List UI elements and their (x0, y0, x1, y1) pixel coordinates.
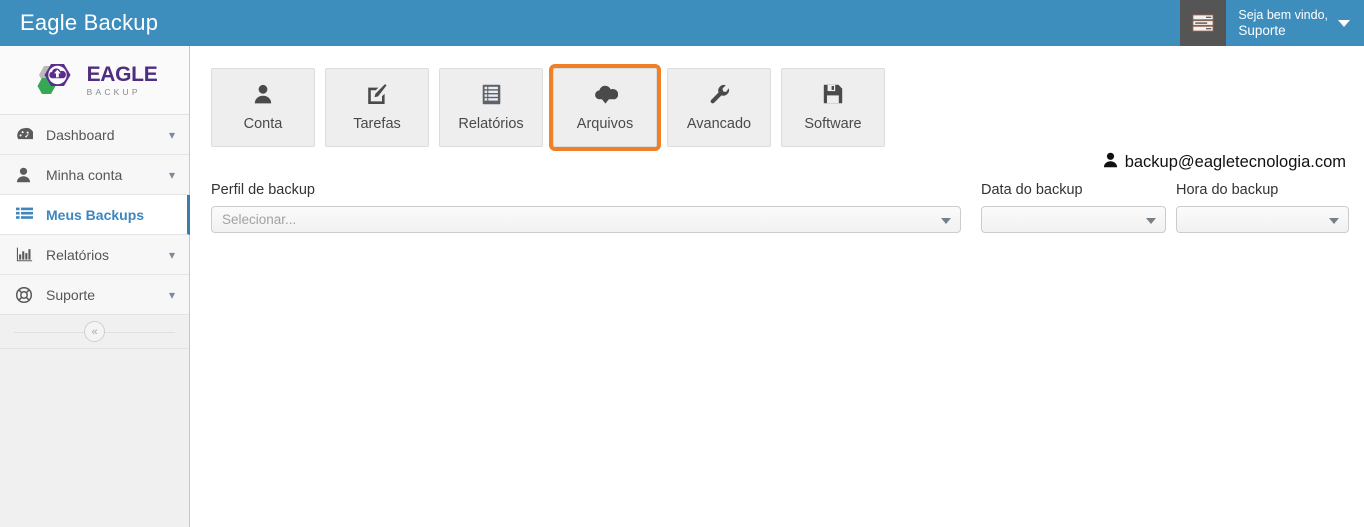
tab-label: Avancado (686, 115, 752, 132)
sidebar-item-minha-conta[interactable]: Minha conta ▾ (0, 155, 189, 195)
field-label: Perfil de backup (211, 182, 315, 198)
date-select[interactable] (981, 206, 1166, 233)
bar-chart-icon (16, 247, 38, 262)
tab-relatorios[interactable]: Relatórios (439, 68, 543, 147)
field-label: Data do backup (981, 182, 1083, 198)
tab-label: Relatórios (458, 115, 524, 132)
collapse-sidebar-icon[interactable]: « (84, 321, 105, 342)
tab-arquivos[interactable]: Arquivos (549, 64, 661, 151)
chevron-down-icon (1338, 19, 1350, 27)
sidebar-item-label: Minha conta (46, 166, 123, 183)
chevron-down-icon: ▾ (168, 247, 175, 262)
top-header-bar: Eagle Backup Seja bem vindo, Suporte (0, 0, 1364, 46)
tab-label: Software (804, 115, 862, 132)
sidebar: EAGLE BACKUP Dashboard ▾ Minha conta ▾ M… (0, 46, 190, 527)
profile-select[interactable]: Selecionar... (211, 206, 961, 233)
sidebar-item-suporte[interactable]: Suporte ▾ (0, 275, 189, 315)
user-menu-button[interactable]: Seja bem vindo, Suporte (1226, 0, 1364, 46)
user-icon (254, 84, 272, 106)
lifebuoy-icon (16, 286, 38, 303)
chevron-down-icon (1329, 217, 1339, 224)
chevron-down-icon: ▾ (168, 287, 175, 302)
welcome-greeting: Seja bem vindo, (1238, 8, 1328, 22)
sidebar-item-label: Meus Backups (46, 206, 145, 223)
account-email-row: backup@eagletecnologia.com (1103, 152, 1346, 173)
logo-name-primary: EAGLE (86, 62, 158, 86)
chevron-down-icon (1146, 217, 1156, 224)
header-right-group: Seja bem vindo, Suporte (1180, 0, 1364, 46)
edit-pencil-icon (367, 83, 388, 106)
logo-name-secondary: BACKUP (86, 86, 141, 97)
sidebar-item-meus-backups[interactable]: Meus Backups (0, 195, 190, 235)
list-icon (16, 207, 38, 222)
main-content: Conta Tarefas Relatórios Arquivos Avanca (191, 46, 1364, 527)
field-perfil-de-backup: Perfil de backup Selecionar... (211, 182, 961, 233)
field-hora-do-backup: Hora do backup (1176, 182, 1349, 233)
field-label: Hora do backup (1176, 182, 1279, 198)
sidebar-item-relatorios[interactable]: Relatórios ▾ (0, 235, 189, 275)
tab-avancado[interactable]: Avancado (667, 68, 771, 147)
dashboard-gauge-icon (16, 127, 38, 142)
chevron-down-icon (941, 217, 951, 224)
welcome-text-block: Seja bem vindo, Suporte (1238, 8, 1328, 38)
profile-select-value: Selecionar... (222, 212, 297, 227)
chevron-down-icon: ▾ (168, 127, 175, 142)
backup-filter-form: Perfil de backup Selecionar... Data do b… (211, 182, 1349, 242)
sidebar-item-label: Relatórios (46, 246, 110, 263)
app-title: Eagle Backup (20, 10, 159, 35)
tab-conta[interactable]: Conta (211, 68, 315, 147)
list-report-icon (482, 84, 501, 106)
user-icon (16, 167, 38, 183)
user-icon (1103, 152, 1118, 173)
welcome-username: Suporte (1238, 23, 1286, 38)
tasks-list-icon (1192, 14, 1214, 32)
tab-label: Arquivos (576, 115, 634, 132)
sidebar-item-label: Suporte (46, 286, 96, 303)
wrench-icon (709, 84, 730, 106)
tab-software[interactable]: Software (781, 68, 885, 147)
tasks-panel-button[interactable] (1180, 0, 1227, 46)
section-tab-buttons: Conta Tarefas Relatórios Arquivos Avanca (211, 64, 885, 151)
sidebar-logo[interactable]: EAGLE BACKUP (0, 46, 189, 115)
field-data-do-backup: Data do backup (981, 182, 1166, 233)
sidebar-item-label: Dashboard (46, 126, 115, 143)
sidebar-item-dashboard[interactable]: Dashboard ▾ (0, 115, 189, 155)
cloud-download-icon (593, 84, 618, 106)
eagle-hexagon-cloud-logo (37, 64, 71, 94)
tab-label: Tarefas (353, 115, 401, 132)
floppy-save-icon (823, 84, 843, 106)
tab-label: Conta (243, 115, 283, 132)
time-select[interactable] (1176, 206, 1349, 233)
chevron-down-icon: ▾ (168, 167, 175, 182)
account-email: backup@eagletecnologia.com (1124, 153, 1346, 171)
sidebar-nav: Dashboard ▾ Minha conta ▾ Meus Backups R… (0, 115, 190, 349)
tab-tarefas[interactable]: Tarefas (325, 68, 429, 147)
sidebar-collapse-row: « (0, 315, 189, 349)
